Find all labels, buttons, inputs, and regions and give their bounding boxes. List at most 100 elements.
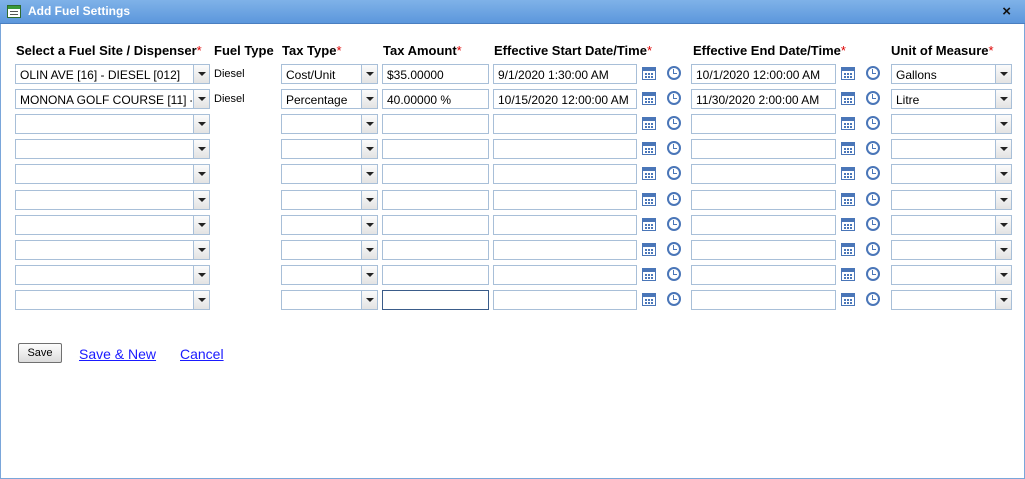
chevron-down-icon[interactable] bbox=[193, 291, 209, 309]
end-date-input[interactable] bbox=[691, 190, 836, 210]
chevron-down-icon[interactable] bbox=[361, 241, 377, 259]
chevron-down-icon[interactable] bbox=[995, 291, 1011, 309]
chevron-down-icon[interactable] bbox=[995, 241, 1011, 259]
calendar-icon[interactable] bbox=[642, 117, 656, 130]
tax-amount-input[interactable] bbox=[382, 265, 489, 285]
chevron-down-icon[interactable] bbox=[361, 266, 377, 284]
end-date-input[interactable] bbox=[691, 265, 836, 285]
clock-icon[interactable] bbox=[667, 217, 681, 231]
clock-icon[interactable] bbox=[667, 267, 681, 281]
calendar-icon[interactable] bbox=[841, 243, 855, 256]
chevron-down-icon[interactable] bbox=[361, 165, 377, 183]
site-dropdown[interactable] bbox=[15, 290, 210, 310]
calendar-icon[interactable] bbox=[841, 92, 855, 105]
clock-icon[interactable] bbox=[866, 66, 880, 80]
start-date-input[interactable]: 9/1/2020 1:30:00 AM bbox=[493, 64, 637, 84]
chevron-down-icon[interactable] bbox=[361, 216, 377, 234]
clock-icon[interactable] bbox=[667, 292, 681, 306]
clock-icon[interactable] bbox=[667, 192, 681, 206]
site-dropdown[interactable] bbox=[15, 114, 210, 134]
chevron-down-icon[interactable] bbox=[361, 115, 377, 133]
clock-icon[interactable] bbox=[866, 292, 880, 306]
tax-amount-input[interactable] bbox=[382, 164, 489, 184]
chevron-down-icon[interactable] bbox=[361, 291, 377, 309]
clock-icon[interactable] bbox=[866, 242, 880, 256]
unit-of-measure-dropdown[interactable] bbox=[891, 215, 1012, 235]
tax-amount-input[interactable]: $35.00000 bbox=[382, 64, 489, 84]
clock-icon[interactable] bbox=[667, 116, 681, 130]
clock-icon[interactable] bbox=[866, 217, 880, 231]
end-date-input[interactable] bbox=[691, 114, 836, 134]
end-date-input[interactable] bbox=[691, 164, 836, 184]
clock-icon[interactable] bbox=[866, 192, 880, 206]
calendar-icon[interactable] bbox=[841, 218, 855, 231]
site-dropdown[interactable] bbox=[15, 265, 210, 285]
chevron-down-icon[interactable] bbox=[193, 115, 209, 133]
start-date-input[interactable] bbox=[493, 290, 637, 310]
chevron-down-icon[interactable] bbox=[193, 165, 209, 183]
end-date-input[interactable] bbox=[691, 215, 836, 235]
unit-of-measure-dropdown[interactable] bbox=[891, 139, 1012, 159]
clock-icon[interactable] bbox=[866, 141, 880, 155]
calendar-icon[interactable] bbox=[642, 293, 656, 306]
chevron-down-icon[interactable] bbox=[995, 90, 1011, 108]
tax-type-dropdown[interactable] bbox=[281, 265, 378, 285]
start-date-input[interactable] bbox=[493, 114, 637, 134]
site-dropdown[interactable]: OLIN AVE [16] - DIESEL [012] bbox=[15, 64, 210, 84]
close-icon[interactable]: × bbox=[1002, 3, 1011, 20]
clock-icon[interactable] bbox=[866, 166, 880, 180]
tax-type-dropdown[interactable] bbox=[281, 139, 378, 159]
chevron-down-icon[interactable] bbox=[995, 216, 1011, 234]
chevron-down-icon[interactable] bbox=[361, 191, 377, 209]
start-date-input[interactable] bbox=[493, 190, 637, 210]
tax-type-dropdown[interactable] bbox=[281, 114, 378, 134]
chevron-down-icon[interactable] bbox=[995, 191, 1011, 209]
end-date-input[interactable] bbox=[691, 139, 836, 159]
save-button[interactable]: Save bbox=[18, 343, 62, 363]
tax-amount-input[interactable] bbox=[382, 114, 489, 134]
calendar-icon[interactable] bbox=[841, 142, 855, 155]
tax-type-dropdown[interactable] bbox=[281, 240, 378, 260]
clock-icon[interactable] bbox=[667, 242, 681, 256]
site-dropdown[interactable] bbox=[15, 190, 210, 210]
clock-icon[interactable] bbox=[866, 116, 880, 130]
start-date-input[interactable]: 10/15/2020 12:00:00 AM bbox=[493, 89, 637, 109]
clock-icon[interactable] bbox=[667, 166, 681, 180]
calendar-icon[interactable] bbox=[841, 293, 855, 306]
chevron-down-icon[interactable] bbox=[193, 241, 209, 259]
chevron-down-icon[interactable] bbox=[361, 65, 377, 83]
chevron-down-icon[interactable] bbox=[995, 165, 1011, 183]
chevron-down-icon[interactable] bbox=[995, 266, 1011, 284]
start-date-input[interactable] bbox=[493, 215, 637, 235]
chevron-down-icon[interactable] bbox=[995, 115, 1011, 133]
unit-of-measure-dropdown[interactable] bbox=[891, 290, 1012, 310]
start-date-input[interactable] bbox=[493, 164, 637, 184]
start-date-input[interactable] bbox=[493, 240, 637, 260]
clock-icon[interactable] bbox=[866, 267, 880, 281]
calendar-icon[interactable] bbox=[642, 218, 656, 231]
calendar-icon[interactable] bbox=[841, 117, 855, 130]
calendar-icon[interactable] bbox=[642, 92, 656, 105]
site-dropdown[interactable] bbox=[15, 240, 210, 260]
chevron-down-icon[interactable] bbox=[193, 216, 209, 234]
tax-type-dropdown[interactable] bbox=[281, 190, 378, 210]
calendar-icon[interactable] bbox=[841, 167, 855, 180]
tax-amount-input[interactable]: 40.00000 % bbox=[382, 89, 489, 109]
site-dropdown[interactable]: MONONA GOLF COURSE [11] - DIESEL bbox=[15, 89, 210, 109]
calendar-icon[interactable] bbox=[841, 67, 855, 80]
tax-type-dropdown[interactable] bbox=[281, 215, 378, 235]
clock-icon[interactable] bbox=[667, 91, 681, 105]
tax-amount-input[interactable] bbox=[382, 190, 489, 210]
unit-of-measure-dropdown[interactable] bbox=[891, 190, 1012, 210]
tax-type-dropdown[interactable]: Percentage bbox=[281, 89, 378, 109]
site-dropdown[interactable] bbox=[15, 215, 210, 235]
calendar-icon[interactable] bbox=[642, 167, 656, 180]
save-and-new-link[interactable]: Save & New bbox=[79, 346, 156, 362]
tax-amount-input[interactable] bbox=[382, 290, 489, 310]
tax-amount-input[interactable] bbox=[382, 215, 489, 235]
tax-type-dropdown[interactable]: Cost/Unit bbox=[281, 64, 378, 84]
site-dropdown[interactable] bbox=[15, 164, 210, 184]
unit-of-measure-dropdown[interactable] bbox=[891, 265, 1012, 285]
calendar-icon[interactable] bbox=[642, 268, 656, 281]
calendar-icon[interactable] bbox=[642, 67, 656, 80]
